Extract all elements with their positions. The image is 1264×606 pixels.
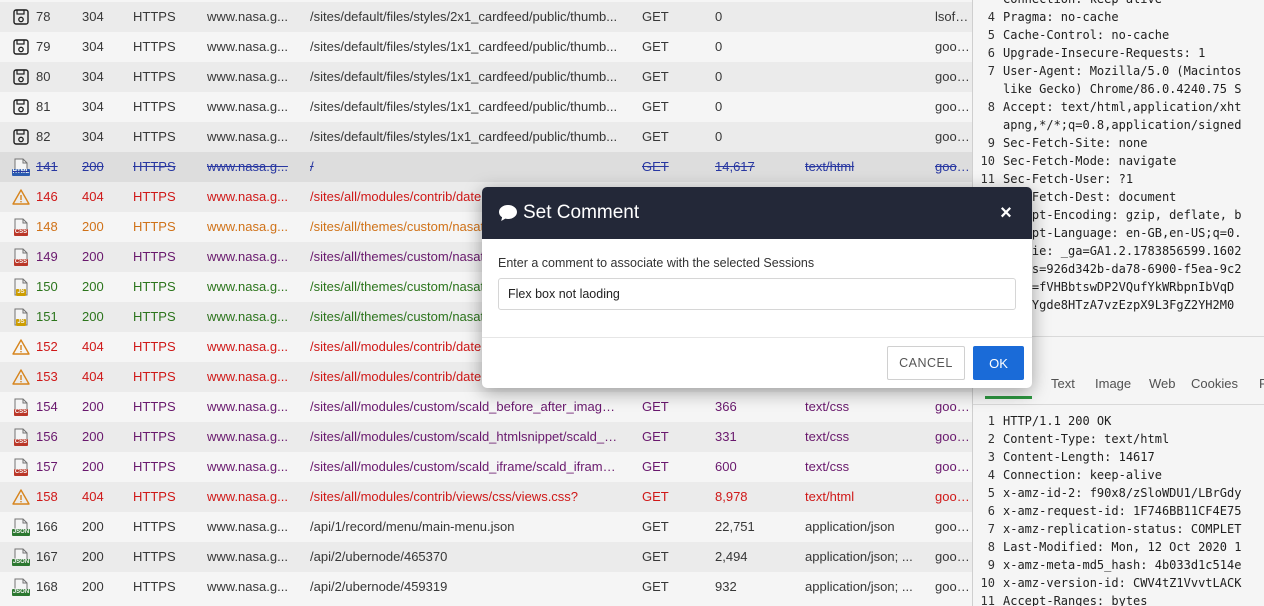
cancel-button[interactable]: CANCEL	[887, 346, 965, 380]
ok-button[interactable]: OK	[973, 346, 1024, 380]
close-icon[interactable]: ×	[994, 201, 1018, 225]
comment-prompt: Enter a comment to associate with the se…	[498, 256, 815, 270]
dialog-divider	[482, 337, 1032, 338]
dialog-title: Set Comment	[523, 202, 640, 223]
comment-input[interactable]	[498, 278, 1016, 310]
dialog-header: Set Comment ×	[482, 187, 1032, 239]
set-comment-dialog: Set Comment × Enter a comment to associa…	[482, 187, 1032, 388]
comment-icon	[499, 205, 517, 221]
